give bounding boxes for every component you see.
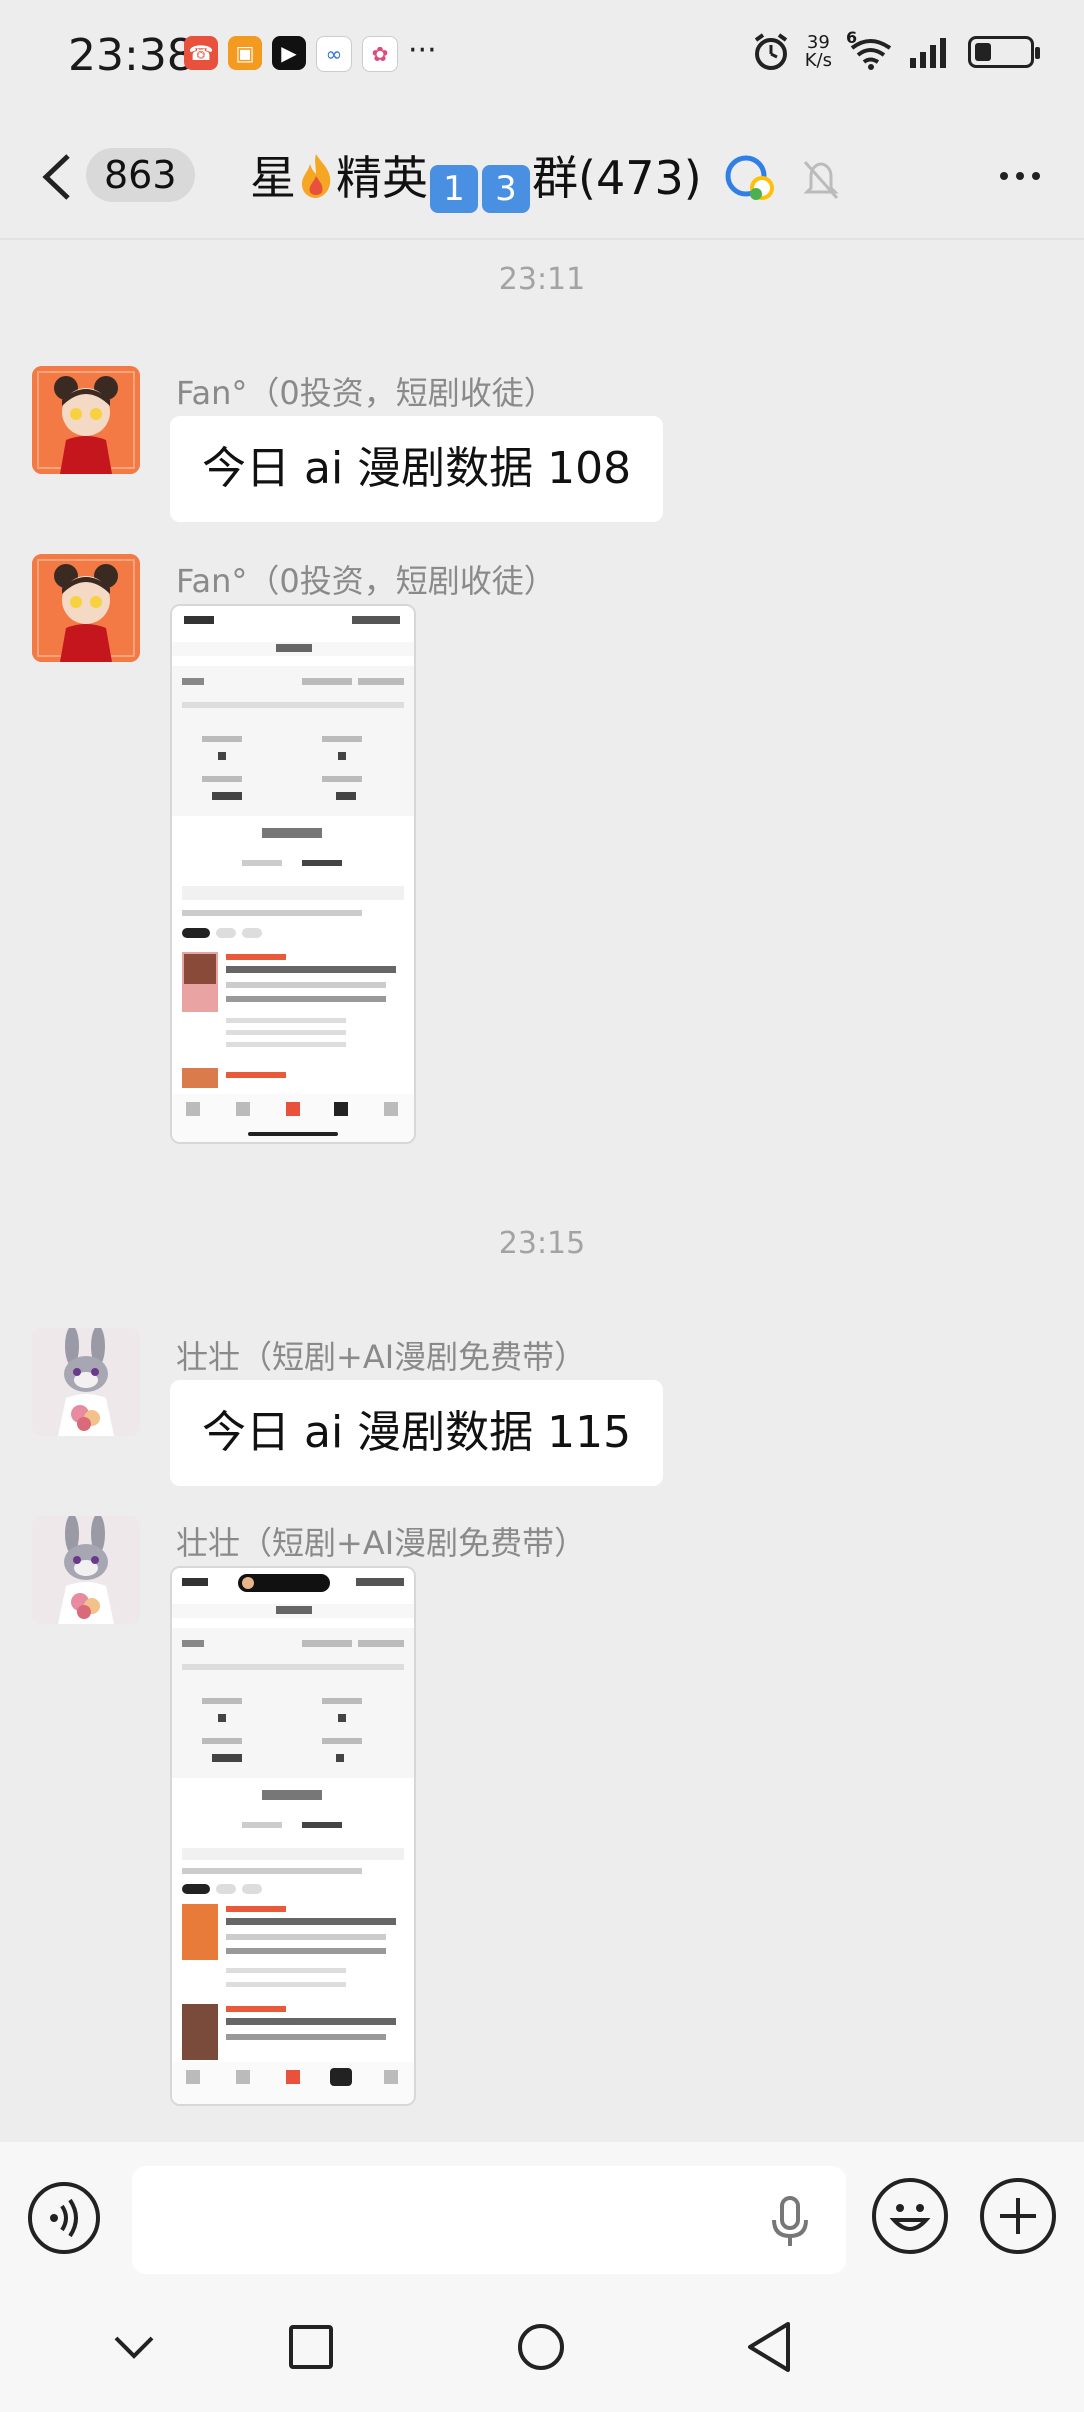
message-bubble[interactable]: 今日 ai 漫剧数据 115	[170, 1380, 664, 1486]
avatar[interactable]	[32, 1516, 140, 1624]
sender-name: 壮壮（短剧+AI漫剧免费带）	[176, 1338, 587, 1376]
wifi-icon: 6	[846, 28, 894, 72]
recent-apps-icon[interactable]	[288, 2324, 334, 2370]
more-actions-button[interactable]	[980, 2178, 1056, 2254]
chevron-down-icon[interactable]	[112, 2332, 156, 2362]
group-chat-bubbles-icon	[725, 155, 775, 200]
home-icon[interactable]	[516, 2322, 566, 2372]
voice-mode-button[interactable]	[28, 2182, 100, 2254]
header-divider	[0, 238, 1084, 240]
unread-count-badge[interactable]: 863	[86, 148, 195, 202]
back-triangle-icon[interactable]	[744, 2320, 794, 2374]
avatar[interactable]	[32, 554, 140, 662]
chat-header: 863 星 精英 1 3 群(473)	[0, 110, 1084, 240]
voice-icon	[50, 2198, 78, 2238]
network-speed: 39 K/s	[804, 32, 832, 71]
plus-icon	[1000, 2198, 1036, 2234]
emoji-button[interactable]	[872, 2178, 948, 2254]
keycap-digit-icon: 3	[482, 165, 530, 213]
more-options-icon[interactable]	[1000, 172, 1040, 180]
app-notification-icon: ∞	[316, 36, 352, 72]
smiley-icon	[889, 2204, 931, 2231]
fire-icon	[302, 154, 331, 198]
more-notifications-icon: ···	[408, 33, 437, 68]
system-status: 39 K/s 6	[751, 28, 1040, 72]
app-notification-icon: ▣	[228, 36, 262, 70]
battery-icon	[968, 36, 1040, 68]
sender-name: Fan°（0投资，短剧收徒）	[176, 562, 556, 600]
chat-title[interactable]: 星 精英 1 3 群(473)	[250, 142, 841, 213]
message-bubble[interactable]: 今日 ai 漫剧数据 108	[170, 416, 664, 522]
app-notification-icon: ☎	[184, 36, 218, 70]
avatar[interactable]	[32, 1328, 140, 1436]
status-bar: 23:38 ☎ ▣ ▶ ∞ ✿ ··· 39 K/s 6	[0, 0, 1084, 110]
back-chevron-icon[interactable]	[40, 152, 74, 202]
image-message-thumbnail[interactable]	[170, 1566, 416, 2106]
avatar[interactable]	[32, 366, 140, 474]
microphone-icon[interactable]	[770, 2196, 810, 2248]
clock: 23:38	[68, 30, 195, 81]
app-notification-icon: ✿	[362, 36, 398, 72]
alarm-icon	[754, 33, 787, 70]
system-navigation-bar	[0, 2292, 1084, 2412]
sender-name: 壮壮（短剧+AI漫剧免费带）	[176, 1524, 587, 1562]
image-message-thumbnail[interactable]	[170, 604, 416, 1144]
message-text-input[interactable]	[132, 2166, 846, 2274]
cellular-signal-icon	[910, 38, 946, 68]
notification-icons: ☎ ▣ ▶ ∞ ✿ ···	[184, 36, 437, 72]
timestamp: 23:15	[498, 1226, 586, 1261]
sender-name: Fan°（0投资，短剧收徒）	[176, 374, 556, 412]
keycap-digit-icon: 1	[430, 165, 478, 213]
timestamp: 23:11	[498, 262, 586, 297]
mute-bell-icon	[803, 161, 839, 199]
message-input-bar	[0, 2142, 1084, 2292]
video-app-icon: ▶	[272, 36, 306, 70]
